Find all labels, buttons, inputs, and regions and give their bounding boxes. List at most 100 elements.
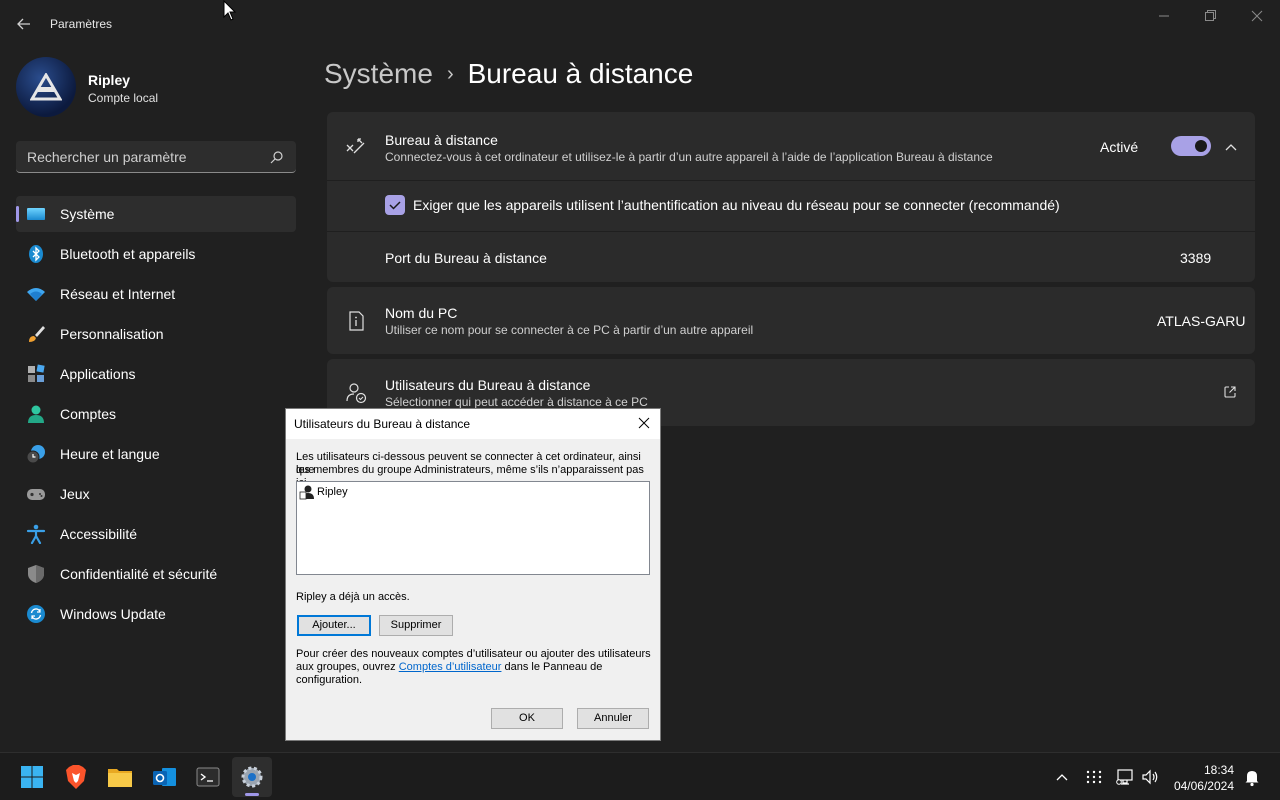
search-placeholder: Rechercher un paramètre <box>27 149 187 165</box>
user-accounts-link[interactable]: Comptes d’utilisateur <box>399 661 502 673</box>
pc-info-icon <box>349 311 364 331</box>
breadcrumb: Système › Bureau à distance <box>324 58 693 90</box>
brave-icon <box>66 765 86 789</box>
taskbar-app-settings[interactable] <box>232 757 272 797</box>
title-bar: Paramètres <box>0 0 1280 48</box>
sidebar-item-confidentialite[interactable]: Confidentialité et sécurité <box>16 556 296 592</box>
pc-name-subtitle: Utiliser ce nom pour se connecter à ce P… <box>385 323 754 337</box>
chevron-up-icon[interactable] <box>1052 767 1072 787</box>
clock-globe-icon <box>26 445 45 464</box>
avatar[interactable] <box>16 57 76 117</box>
pc-name-title: Nom du PC <box>385 305 458 321</box>
mouse-cursor-icon <box>223 0 237 21</box>
taskbar-app-brave[interactable] <box>56 757 96 797</box>
clock-date: 04/06/2024 <box>1173 779 1234 793</box>
sidebar-item-label: Jeux <box>60 486 90 502</box>
sidebar-item-label: Personnalisation <box>60 326 164 342</box>
breadcrumb-parent[interactable]: Système <box>324 58 433 89</box>
volume-icon[interactable] <box>1140 767 1160 787</box>
gamepad-icon <box>27 489 45 500</box>
sidebar-item-label: Réseau et Internet <box>60 286 176 302</box>
person-icon <box>28 405 44 423</box>
apps-icon <box>28 364 45 382</box>
back-arrow-icon[interactable] <box>12 12 36 36</box>
dialog-title: Utilisateurs du Bureau à distance <box>294 417 471 431</box>
terminal-icon <box>196 767 220 787</box>
sidebar-item-label: Accessibilité <box>60 526 138 542</box>
clock-time: 18:34 <box>1203 763 1234 777</box>
list-item[interactable]: Ripley <box>299 484 348 500</box>
cancel-button[interactable]: Annuler <box>577 708 649 729</box>
system-display-icon <box>27 208 45 220</box>
sidebar-item-reseau[interactable]: Réseau et Internet <box>16 276 296 312</box>
bluetooth-icon <box>29 245 43 263</box>
search-icon <box>270 151 283 164</box>
open-external-icon[interactable] <box>1223 385 1237 399</box>
user-icon <box>299 485 314 500</box>
sidebar-item-heure-langue[interactable]: Heure et langue <box>16 436 296 472</box>
nla-checkbox[interactable] <box>385 195 405 215</box>
minimize-icon[interactable] <box>1141 0 1187 32</box>
add-button[interactable]: Ajouter... <box>297 615 371 636</box>
ethernet-icon[interactable] <box>1115 767 1135 787</box>
start-icon <box>21 766 43 788</box>
taskbar-clock[interactable]: 18:34 04/06/2024 <box>1174 762 1234 794</box>
sidebar-item-bluetooth[interactable]: Bluetooth et appareils <box>16 236 296 272</box>
port-label: Port du Bureau à distance <box>385 250 547 266</box>
footer-line3: configuration. <box>296 674 363 686</box>
close-icon[interactable] <box>1234 0 1280 32</box>
sidebar-item-label: Comptes <box>60 406 117 422</box>
sidebar-item-jeux[interactable]: Jeux <box>16 476 296 512</box>
sidebar-item-personnalisation[interactable]: Personnalisation <box>16 316 296 352</box>
sidebar-item-label: Confidentialité et sécurité <box>60 566 218 582</box>
nla-label: Exiger que les appareils utilisent l’aut… <box>413 197 1060 213</box>
rd-users-subtitle: Sélectionner qui peut accéder à distance… <box>385 395 648 409</box>
sidebar-item-label: Bluetooth et appareils <box>60 246 196 262</box>
dialog-title-bar: Utilisateurs du Bureau à distance <box>286 409 660 439</box>
close-icon[interactable] <box>634 413 654 433</box>
start-button[interactable] <box>12 757 52 797</box>
rd-users-dialog: Utilisateurs du Bureau à distance Les ut… <box>285 408 661 741</box>
network-grid-icon[interactable] <box>1084 767 1104 787</box>
footer-post: dans le Panneau de <box>501 661 603 673</box>
update-icon <box>27 605 45 623</box>
taskbar-app-explorer[interactable] <box>100 757 140 797</box>
sidebar-item-label: Système <box>60 206 115 222</box>
sidebar-item-accessibilite[interactable]: Accessibilité <box>16 516 296 552</box>
taskbar: 18:34 04/06/2024 <box>0 752 1280 800</box>
ok-button[interactable]: OK <box>491 708 563 729</box>
sidebar-item-systeme[interactable]: Système <box>16 196 296 232</box>
user-entry-label: Ripley <box>317 486 348 498</box>
sidebar-item-label: Windows Update <box>60 606 166 622</box>
search-input[interactable]: Rechercher un paramètre <box>16 141 296 173</box>
rd-users-title: Utilisateurs du Bureau à distance <box>385 377 591 393</box>
remote-desktop-toggle[interactable] <box>1171 136 1211 156</box>
divider <box>327 231 1255 232</box>
sidebar-item-applications[interactable]: Applications <box>16 356 296 392</box>
page-title: Bureau à distance <box>467 58 694 89</box>
paintbrush-icon <box>29 326 45 342</box>
sidebar-item-windows-update[interactable]: Windows Update <box>16 596 296 632</box>
accessibility-icon <box>26 524 46 544</box>
user-name: Ripley <box>88 72 131 88</box>
chevron-up-icon[interactable] <box>1224 140 1238 154</box>
taskbar-app-outlook[interactable] <box>144 757 184 797</box>
remote-desktop-subtitle: Connectez-vous à cet ordinateur et utili… <box>385 150 993 164</box>
checkmark-icon <box>389 201 401 210</box>
taskbar-app-terminal[interactable] <box>188 757 228 797</box>
restore-icon[interactable] <box>1187 0 1233 32</box>
sidebar-item-comptes[interactable]: Comptes <box>16 396 296 432</box>
divider <box>327 180 1255 181</box>
user-check-icon <box>346 383 367 404</box>
footer-line2: aux groupes, ouvrez Comptes d’utilisateu… <box>296 661 602 674</box>
toggle-state-label: Activé <box>1100 139 1139 155</box>
remote-desktop-card: Bureau à distance Connectez-vous à cet o… <box>327 112 1255 282</box>
users-list[interactable]: Ripley <box>296 481 650 575</box>
port-value: 3389 <box>1180 250 1212 266</box>
notification-bell-icon[interactable] <box>1242 767 1262 787</box>
account-type: Compte local <box>88 91 159 105</box>
remove-button[interactable]: Supprimer <box>379 615 453 636</box>
access-note: Ripley a déjà un accès. <box>296 591 410 603</box>
footer-line1: Pour créer des nouveaux comptes d’utilis… <box>296 648 651 660</box>
sidebar-item-label: Applications <box>60 366 136 382</box>
